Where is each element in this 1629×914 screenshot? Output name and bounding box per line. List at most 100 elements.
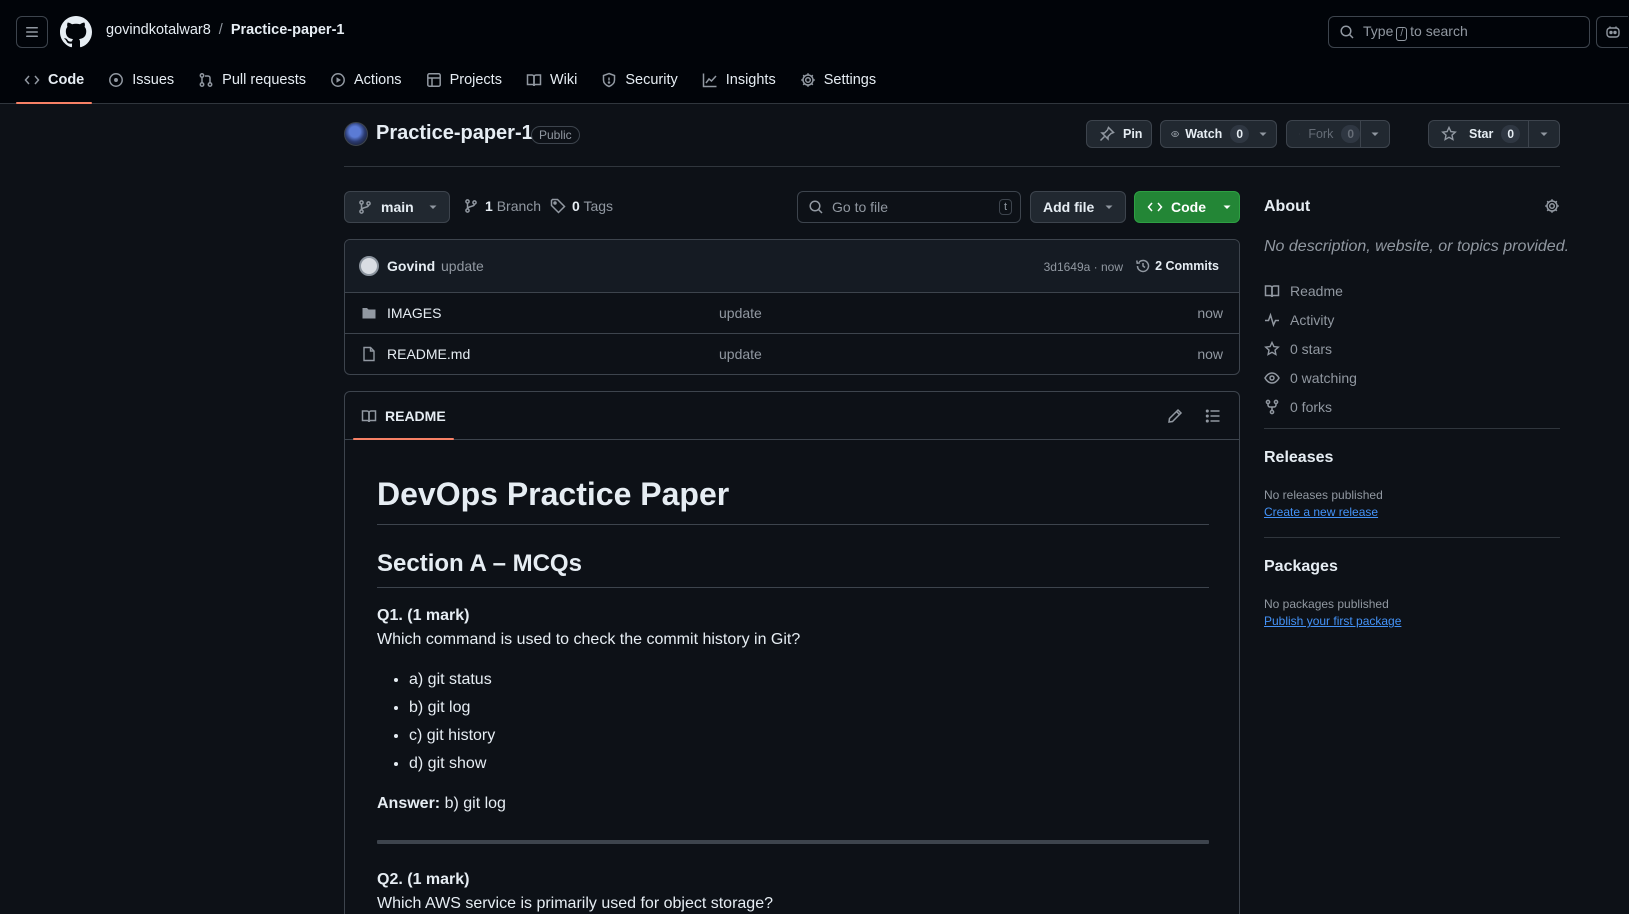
commit-message[interactable]: update [441,258,484,274]
go-to-file-placeholder: Go to file [832,199,889,215]
question-title: Q2. (1 mark) [377,871,470,888]
tab-projects[interactable]: Projects [418,64,510,96]
commits-link[interactable]: 2 Commits [1135,258,1219,274]
history-icon [1136,259,1150,273]
star-icon [1441,126,1457,141]
tab-security-label: Security [625,72,678,88]
commit-count: 2 Commits [1155,259,1219,273]
repo-nav: Code Issues Pull requests Actions Projec… [16,64,892,104]
gear-icon [800,73,815,87]
code-button[interactable]: Code [1134,191,1240,223]
answer-label: Answer: [377,795,441,812]
forks-link[interactable]: 0 forks [1264,392,1357,421]
tab-issues[interactable]: Issues [100,64,182,96]
branch-count: 1 [485,198,493,214]
search-input[interactable]: Type / to search [1328,16,1590,48]
about-list: Readme Activity 0 stars 0 watching 0 for… [1264,276,1357,421]
issue-icon [109,73,124,87]
releases-heading[interactable]: Releases [1264,449,1333,467]
fork-button[interactable]: Fork 0 [1287,125,1360,143]
add-file-button[interactable]: Add file [1030,191,1126,223]
table-row[interactable]: README.md update now [345,334,1239,374]
branch-selector[interactable]: main [344,191,450,223]
star-dropdown[interactable] [1529,129,1559,139]
branch-name: main [381,199,414,215]
code-icon [24,75,40,85]
avatar[interactable] [359,256,379,276]
fork-count: 0 [1341,125,1360,143]
file-list: Govind update 3d1649a · now 2 Commits IM… [344,239,1240,375]
watch-dropdown[interactable] [1249,129,1276,139]
list-icon[interactable] [1205,408,1221,424]
file-icon [363,346,375,362]
pencil-icon[interactable] [1167,408,1183,424]
breadcrumb-repo[interactable]: Practice-paper-1 [231,22,345,38]
tab-wiki-label: Wiki [549,72,578,88]
fork-icon [1299,133,1301,135]
eye-icon [1264,371,1280,384]
gear-icon[interactable] [1544,198,1560,214]
divider [377,840,1209,844]
tab-settings-label: Settings [823,72,877,88]
copilot-button[interactable] [1596,16,1628,48]
search-icon [809,200,823,214]
list-item: b) git log [409,696,1209,720]
search-placeholder: Type / to search [1363,23,1468,41]
tab-issues-label: Issues [132,72,175,88]
tab-actions-label: Actions [354,72,402,88]
graph-icon [702,73,717,88]
watch-button[interactable]: Watch 0 [1161,125,1249,143]
tab-settings[interactable]: Settings [792,64,884,96]
activity-link[interactable]: Activity [1264,305,1357,334]
section-heading: Section A – MCQs [377,549,1209,588]
file-name[interactable]: README.md [387,346,470,362]
github-logo-icon[interactable] [60,16,92,48]
tab-insights[interactable]: Insights [694,64,784,96]
tab-wiki[interactable]: Wiki [518,64,585,96]
book-icon [361,410,377,423]
fork-dropdown[interactable] [1361,129,1389,139]
table-row[interactable]: IMAGES update now [345,293,1239,334]
fork-button-group: Fork 0 [1286,120,1390,148]
go-to-file-input[interactable]: Go to file t [797,191,1021,223]
answer-value: b) git log [440,795,506,812]
readme-link-label: Readme [1290,282,1343,299]
add-file-label: Add file [1043,199,1095,215]
branch-icon [465,199,477,213]
readme-header: README [345,392,1239,440]
hamburger-icon [26,27,38,37]
star-button[interactable]: Star 0 [1429,125,1528,143]
play-icon [331,73,345,87]
create-release-link[interactable]: Create a new release [1264,505,1378,519]
readme-tab[interactable]: README [353,392,454,440]
menu-button[interactable] [16,16,48,48]
packages-heading[interactable]: Packages [1264,558,1338,576]
sidebar-divider [1264,428,1560,429]
watching-link[interactable]: 0 watching [1264,363,1357,392]
readme-link[interactable]: Readme [1264,276,1357,305]
tag-label: Tags [583,198,614,214]
owner-avatar[interactable] [344,122,368,146]
file-commit-message[interactable]: update [719,305,762,321]
watch-button-group: Watch 0 [1160,120,1277,148]
file-commit-message[interactable]: update [719,346,762,362]
tags-link[interactable]: 0 Tags [550,198,613,214]
tab-pull-requests[interactable]: Pull requests [190,64,314,96]
commit-sha[interactable]: 3d1649a · now [1044,260,1123,274]
tab-code[interactable]: Code [16,64,93,104]
options-list: a) git status b) git log c) git history … [377,668,1209,776]
file-name[interactable]: IMAGES [387,305,441,321]
tab-security[interactable]: Security [593,64,685,96]
pin-label: Pin [1123,127,1143,141]
pin-button[interactable]: Pin [1086,120,1152,148]
commit-author[interactable]: Govind [387,258,435,274]
stars-link[interactable]: 0 stars [1264,334,1357,363]
branches-link[interactable]: 1 Branch [463,198,541,214]
repo-title[interactable]: Practice-paper-1 [376,122,533,145]
question-text: Which AWS service is primarily used for … [377,895,773,912]
breadcrumb-separator: / [218,22,223,38]
pulse-icon [1265,312,1279,327]
tab-actions[interactable]: Actions [322,64,410,96]
publish-package-link[interactable]: Publish your first package [1264,614,1401,628]
breadcrumb-owner[interactable]: govindkotalwar8 [106,22,211,38]
